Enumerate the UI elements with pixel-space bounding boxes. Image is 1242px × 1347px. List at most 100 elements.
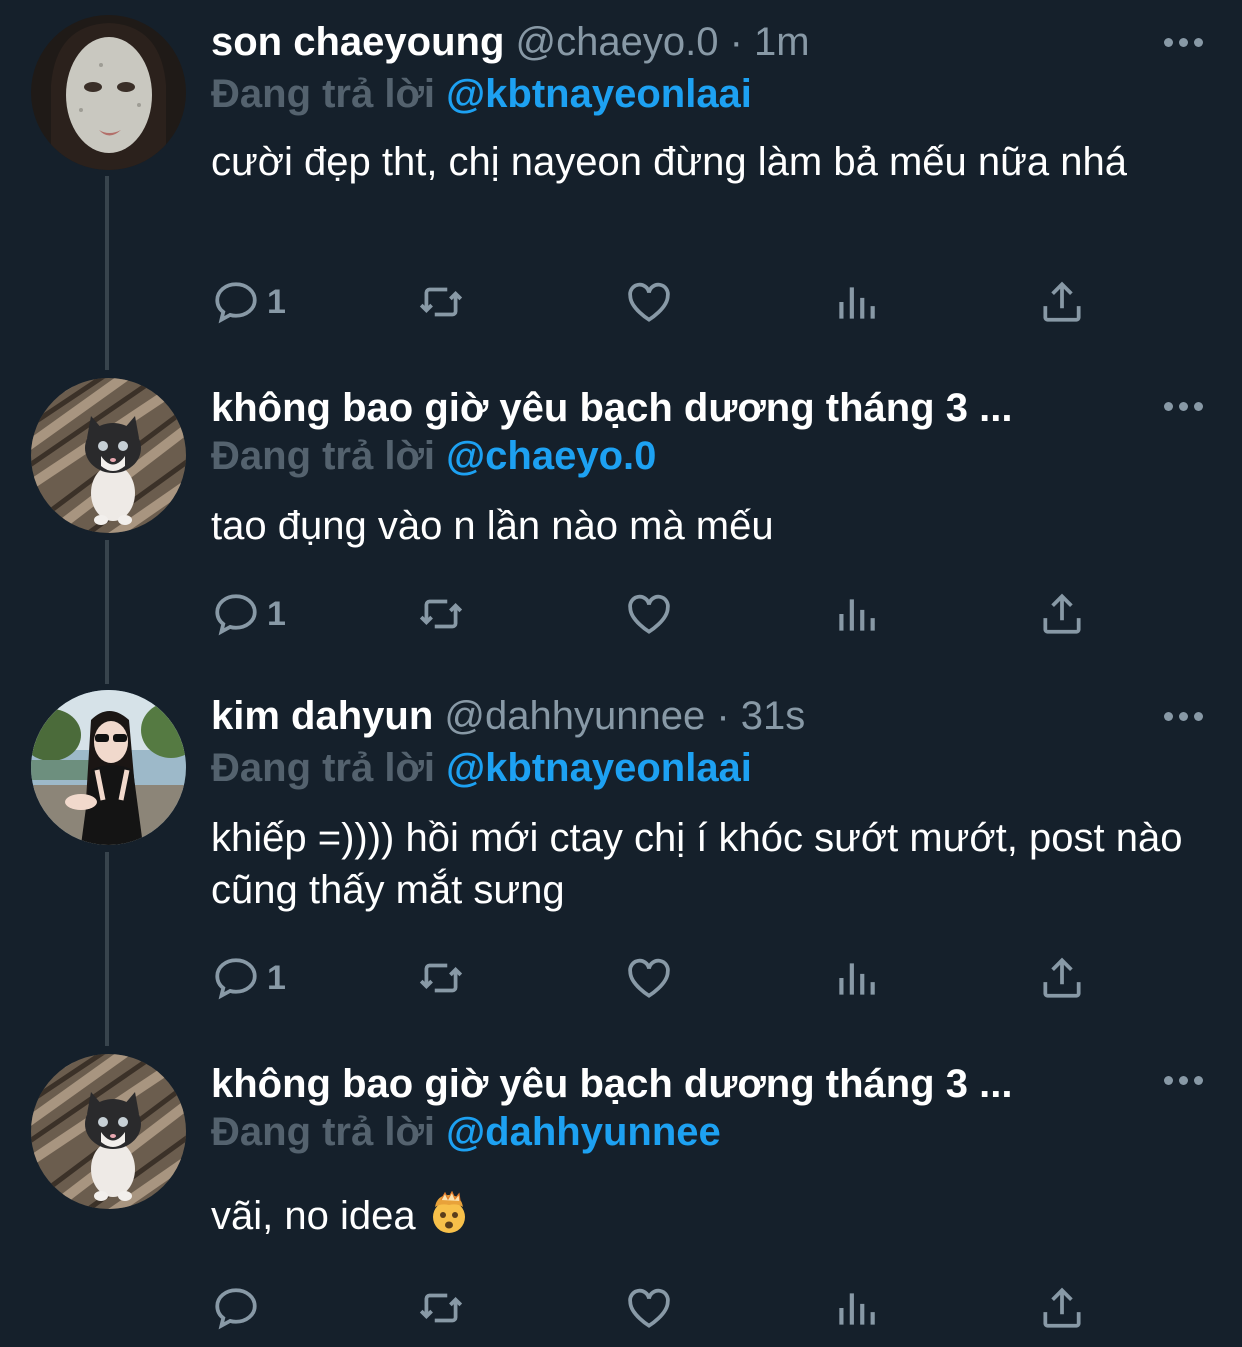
timestamp[interactable]: 1m <box>754 20 810 64</box>
analytics-icon <box>839 287 875 319</box>
dot-icon <box>1163 37 1173 47</box>
tweet[interactable]: son chaeyoung @chaeyo.0 · 1m Đang trả lờ… <box>0 0 1242 350</box>
replying-to: Đang trả lời @dahhyunnee <box>211 1106 721 1158</box>
more-options-button[interactable] <box>1158 386 1208 426</box>
share-button[interactable] <box>1037 584 1087 644</box>
tweet-header: kim dahyun @dahhyunnee · 31s <box>211 690 1112 742</box>
like-button[interactable] <box>624 584 674 644</box>
retweet-icon <box>419 963 463 993</box>
heart-icon <box>628 594 670 634</box>
replying-to-handle[interactable]: @dahhyunnee <box>446 1110 721 1154</box>
retweet-button[interactable] <box>416 948 466 1008</box>
dot-icon <box>1163 401 1173 411</box>
tweet-actions: 1 <box>211 948 1111 1008</box>
avatar[interactable] <box>31 15 186 170</box>
girl-sunglasses-avatar-image <box>31 690 186 845</box>
avatar[interactable] <box>31 690 186 845</box>
user-handle[interactable]: @dahhyunnee <box>444 694 705 738</box>
tweet-text: khiếp =)))) hồi mới ctay chị í khóc sướt… <box>211 816 1183 912</box>
dot-icon <box>1193 1075 1203 1085</box>
share-button[interactable] <box>1037 1278 1087 1338</box>
retweet-icon <box>419 1293 463 1323</box>
retweet-icon <box>419 599 463 629</box>
retweet-button[interactable] <box>416 1278 466 1338</box>
retweet-button[interactable] <box>416 272 466 332</box>
dot-icon <box>1178 711 1188 721</box>
more-options-button[interactable] <box>1158 1060 1208 1100</box>
dot-icon <box>1193 401 1203 411</box>
replying-to: Đang trả lời @chaeyo.0 <box>211 430 656 482</box>
like-button[interactable] <box>624 272 674 332</box>
replying-to: Đang trả lời @kbtnayeonlaai <box>211 68 752 120</box>
replying-to-handle[interactable]: @kbtnayeonlaai <box>446 746 752 790</box>
tweet-actions: 1 <box>211 584 1111 644</box>
reply-icon <box>215 1288 257 1330</box>
dot-icon <box>1193 711 1203 721</box>
heart-icon <box>628 282 670 322</box>
tweet-text-container: vãi, no idea <box>211 1190 1191 1242</box>
retweet-button[interactable] <box>416 584 466 644</box>
display-name[interactable]: không bao giờ yêu bạch dương tháng 3 ... <box>211 1062 1012 1106</box>
dot-icon <box>1163 711 1173 721</box>
heart-icon <box>628 958 670 998</box>
more-options-button[interactable] <box>1158 22 1208 62</box>
like-button[interactable] <box>624 1278 674 1338</box>
reply-icon <box>215 282 257 324</box>
tweet[interactable]: kim dahyun @dahhyunnee · 31s Đang trả lờ… <box>0 684 1242 1044</box>
separator-dot: · <box>716 694 730 738</box>
replying-to-handle[interactable]: @kbtnayeonlaai <box>446 72 752 116</box>
heart-icon <box>628 1288 670 1328</box>
retweet-icon <box>419 287 463 317</box>
reply-button[interactable] <box>211 1278 267 1338</box>
more-options-button[interactable] <box>1158 696 1208 736</box>
reply-button[interactable]: 1 <box>211 272 286 332</box>
display-name[interactable]: son chaeyoung <box>211 20 504 64</box>
share-button[interactable] <box>1037 948 1087 1008</box>
reply-button[interactable]: 1 <box>211 948 286 1008</box>
analytics-icon <box>839 599 875 631</box>
reply-count: 1 <box>267 594 286 633</box>
dot-icon <box>1178 401 1188 411</box>
share-icon <box>1043 281 1081 322</box>
tweet-header: không bao giờ yêu bạch dương tháng 3 ... <box>211 1058 1112 1110</box>
analytics-button[interactable] <box>831 272 881 332</box>
share-icon <box>1043 1287 1081 1328</box>
analytics-button[interactable] <box>831 948 881 1008</box>
reply-count: 1 <box>267 958 286 997</box>
reply-button[interactable]: 1 <box>211 584 286 644</box>
tweet-header: son chaeyoung @chaeyo.0 · 1m <box>211 16 1112 68</box>
analytics-icon <box>839 963 875 995</box>
separator-dot: · <box>729 20 743 64</box>
avatar[interactable] <box>31 1054 186 1209</box>
tweet-actions: 1 <box>211 272 1111 332</box>
tweet[interactable]: không bao giờ yêu bạch dương tháng 3 ...… <box>0 370 1242 670</box>
share-button[interactable] <box>1037 272 1087 332</box>
analytics-button[interactable] <box>831 1278 881 1338</box>
dot-icon <box>1193 37 1203 47</box>
replying-to-handle[interactable]: @chaeyo.0 <box>446 434 656 478</box>
tweet-text: tao đụng vào n lần nào mà mếu <box>211 504 774 548</box>
tweet[interactable]: không bao giờ yêu bạch dương tháng 3 ...… <box>0 1046 1242 1347</box>
display-name[interactable]: kim dahyun <box>211 694 433 738</box>
tweet-header: không bao giờ yêu bạch dương tháng 3 ... <box>211 382 1112 434</box>
replying-to: Đang trả lời @kbtnayeonlaai <box>211 742 752 794</box>
share-icon <box>1043 957 1081 998</box>
reply-icon <box>215 958 257 1000</box>
replying-to-label: Đang trả lời <box>211 746 436 790</box>
replying-to-label: Đang trả lời <box>211 72 436 116</box>
share-icon <box>1043 593 1081 634</box>
avatar[interactable] <box>31 378 186 533</box>
dot-icon <box>1178 37 1188 47</box>
reply-count: 1 <box>267 282 286 321</box>
reply-icon <box>215 594 257 636</box>
dot-icon <box>1163 1075 1173 1085</box>
tweet-text: cười đẹp tht, chị nayeon đừng làm bả mếu… <box>211 140 1127 184</box>
display-name[interactable]: không bao giờ yêu bạch dương tháng 3 ... <box>211 386 1012 430</box>
like-button[interactable] <box>624 948 674 1008</box>
analytics-button[interactable] <box>831 584 881 644</box>
timestamp[interactable]: 31s <box>741 694 806 738</box>
tweet-text: vãi, no idea <box>211 1194 416 1238</box>
analytics-icon <box>839 1293 875 1325</box>
kitten-avatar-image <box>31 378 186 533</box>
user-handle[interactable]: @chaeyo.0 <box>516 20 719 64</box>
